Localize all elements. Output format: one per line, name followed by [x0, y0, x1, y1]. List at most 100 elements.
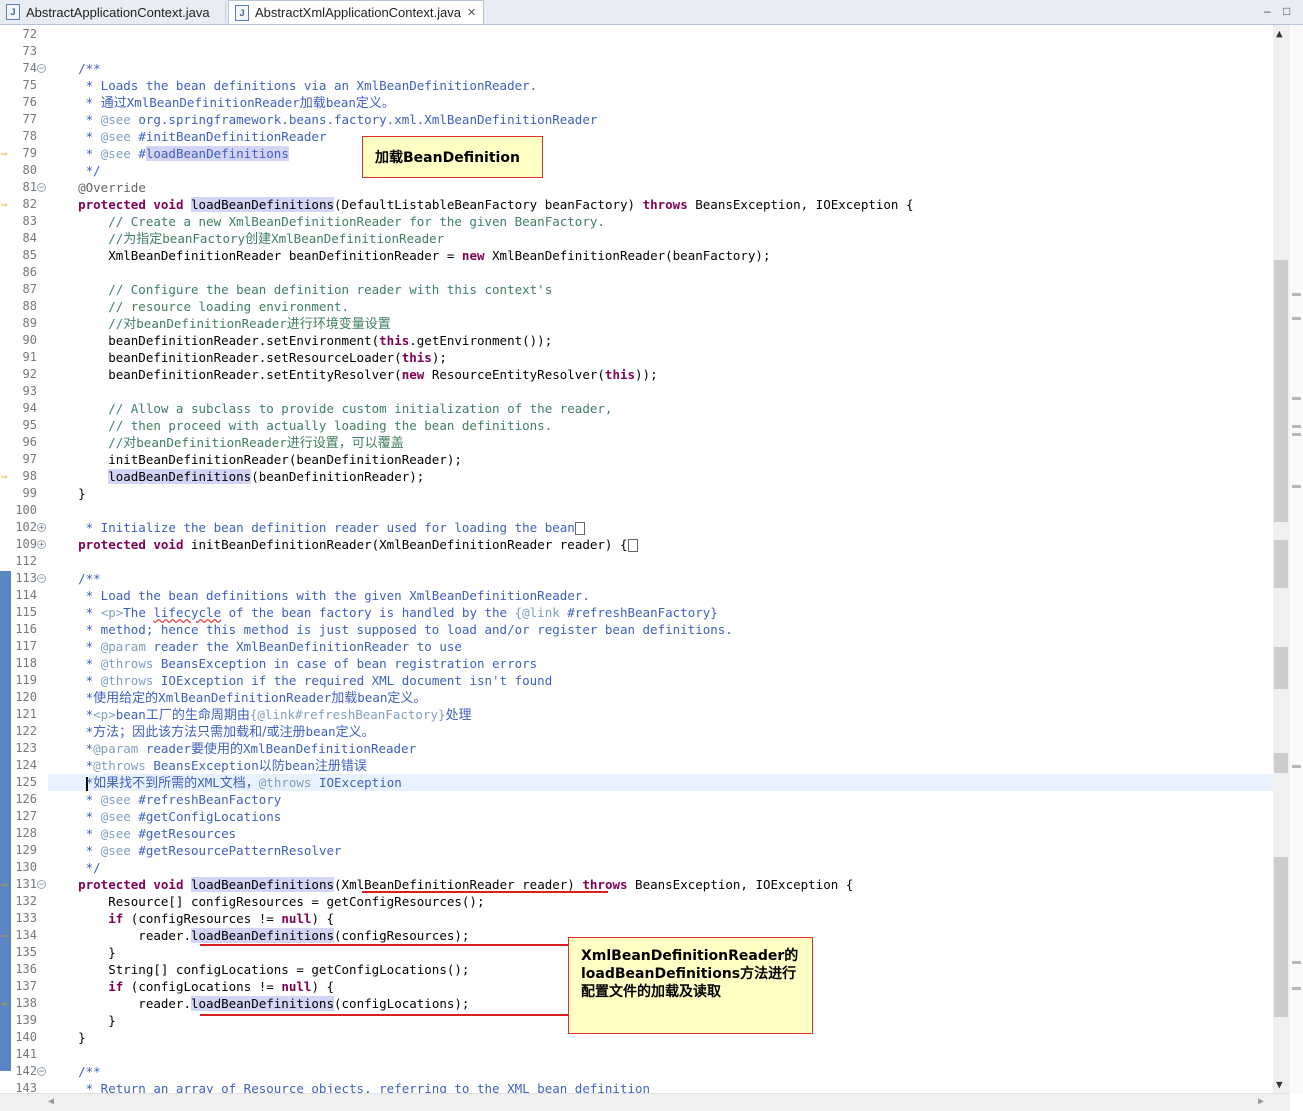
code-line[interactable]: // Configure the bean definition reader … [48, 281, 1273, 298]
collapse-fold-icon[interactable]: − [37, 64, 46, 74]
code-line[interactable]: beanDefinitionReader.setResourceLoader(t… [48, 349, 1273, 366]
code-line[interactable]: * Return an array of Resource objects, r… [48, 1080, 1273, 1093]
override-marker-icon[interactable]: ⇨ [1, 468, 8, 485]
code-line[interactable]: // resource loading environment. [48, 298, 1273, 315]
code-line[interactable] [48, 26, 1273, 43]
occurrence-marker[interactable] [1292, 293, 1301, 296]
code-line[interactable] [48, 43, 1273, 60]
code-line[interactable]: * Load the bean definitions with the giv… [48, 587, 1273, 604]
code-line[interactable] [48, 502, 1273, 519]
code-line[interactable]: /** [48, 60, 1273, 77]
code-line[interactable]: * @see #getResources [48, 825, 1273, 842]
scroll-right-icon[interactable]: ▶ [1258, 1096, 1264, 1107]
code-line[interactable]: } [48, 485, 1273, 502]
line-number: 120 [15, 690, 37, 704]
code-token: protected [78, 537, 146, 552]
code-line[interactable]: if (configResources != null) { [48, 910, 1273, 927]
override-marker-icon[interactable]: ⇨ [1, 145, 8, 162]
code-line[interactable]: Resource[] configResources = getConfigRe… [48, 893, 1273, 910]
tab-abstract-xml-application-context[interactable]: J AbstractXmlApplicationContext.java ✕ [228, 0, 484, 24]
code-line[interactable]: // then proceed with actually loading th… [48, 417, 1273, 434]
annotation-text: 加载BeanDefinition [375, 150, 520, 166]
collapse-fold-icon[interactable]: − [37, 1067, 46, 1077]
scroll-left-icon[interactable]: ◀ [48, 1096, 54, 1107]
collapse-fold-icon[interactable]: − [37, 574, 46, 584]
code-line[interactable]: * @see #initBeanDefinitionReader [48, 128, 1273, 145]
code-line[interactable]: @Override [48, 179, 1273, 196]
code-line[interactable]: protected void initBeanDefinitionReader(… [48, 536, 1273, 553]
code-line[interactable] [48, 383, 1273, 400]
code-line[interactable]: //对beanDefinitionReader进行设置，可以覆盖 [48, 434, 1273, 451]
code-line[interactable]: */ [48, 859, 1273, 876]
code-line[interactable] [48, 264, 1273, 281]
horizontal-scrollbar[interactable]: ◀ ▶ [0, 1093, 1290, 1111]
code-line[interactable]: initBeanDefinitionReader(beanDefinitionR… [48, 451, 1273, 468]
code-line[interactable] [48, 553, 1273, 570]
vertical-scrollbar[interactable]: ▲ ▼ [1273, 25, 1290, 1093]
code-token: Resource[] configResources = getConfigRe… [48, 894, 485, 909]
code-line[interactable]: *方法；因此该方法只需加载和/或注册bean定义。 [48, 723, 1273, 740]
code-line[interactable]: */ [48, 162, 1273, 179]
override-marker-icon[interactable]: ⇨ [1, 927, 8, 944]
minimize-editor-button[interactable]: – [1264, 4, 1271, 18]
override-marker-icon[interactable]: ⇨ [1, 995, 8, 1012]
code-line[interactable]: * @see #refreshBeanFactory [48, 791, 1273, 808]
code-line[interactable]: /** [48, 570, 1273, 587]
expand-fold-icon[interactable]: + [37, 540, 46, 550]
occurrence-marker[interactable] [1292, 987, 1301, 990]
code-editor[interactable]: 72 73 74−75 76 77 78 79 ⇨ 80 81−82 ⇨ 83 84 85 86 87 88 89… [0, 25, 1273, 1093]
maximize-editor-button[interactable]: □ [1283, 4, 1290, 18]
tab-abstract-application-context[interactable]: J AbstractApplicationContext.java [0, 1, 226, 23]
code-line[interactable]: * @see #getResourcePatternResolver [48, 842, 1273, 859]
collapse-fold-icon[interactable]: − [37, 880, 46, 890]
code-line[interactable]: *@throws BeansException以防bean注册错误 [48, 757, 1273, 774]
code-line[interactable]: //对beanDefinitionReader进行环境变量设置 [48, 315, 1273, 332]
code-line[interactable]: * @param reader the XmlBeanDefinitionRea… [48, 638, 1273, 655]
code-line[interactable]: *如果找不到所需的XML文档，@throws IOException [48, 774, 1273, 791]
code-line[interactable]: // Allow a subclass to provide custom in… [48, 400, 1273, 417]
code-line[interactable]: * Loads the bean definitions via an XmlB… [48, 77, 1273, 94]
code-line[interactable]: beanDefinitionReader.setEnvironment(this… [48, 332, 1273, 349]
code-line[interactable]: protected void loadBeanDefinitions(Defau… [48, 196, 1273, 213]
line-number: 83 [22, 214, 37, 228]
scroll-thumb[interactable] [1274, 260, 1288, 522]
occurrence-marker[interactable] [1292, 317, 1301, 320]
code-line[interactable]: * method; hence this method is just supp… [48, 621, 1273, 638]
code-line[interactable]: loadBeanDefinitions(beanDefinitionReader… [48, 468, 1273, 485]
code-line[interactable]: * <p>The lifecycle of the bean factory i… [48, 604, 1273, 621]
code-line[interactable]: // Create a new XmlBeanDefinitionReader … [48, 213, 1273, 230]
occurrence-marker[interactable] [1292, 765, 1301, 768]
code-line[interactable]: * 通过XmlBeanDefinitionReader加载bean定义。 [48, 94, 1273, 111]
overview-ruler[interactable] [1290, 25, 1303, 1093]
code-line[interactable]: /** [48, 1063, 1273, 1080]
code-line[interactable]: * Initialize the bean definition reader … [48, 519, 1273, 536]
expand-fold-icon[interactable]: + [37, 523, 46, 533]
collapse-fold-icon[interactable]: − [37, 183, 46, 193]
line-number: 97 [22, 452, 37, 466]
code-line[interactable]: protected void loadBeanDefinitions(XmlBe… [48, 876, 1273, 893]
code-line[interactable]: XmlBeanDefinitionReader beanDefinitionRe… [48, 247, 1273, 264]
occurrence-marker[interactable] [1292, 425, 1301, 428]
close-tab-icon[interactable]: ✕ [467, 6, 476, 19]
code-line[interactable]: * @see #getConfigLocations [48, 808, 1273, 825]
code-line[interactable]: *@param reader要使用的XmlBeanDefinitionReade… [48, 740, 1273, 757]
occurrence-marker[interactable] [1292, 485, 1301, 488]
code-token: new [461, 248, 485, 263]
code-line[interactable]: beanDefinitionReader.setEntityResolver(n… [48, 366, 1273, 383]
code-line[interactable]: //为指定beanFactory创建XmlBeanDefinitionReade… [48, 230, 1273, 247]
override-marker-icon[interactable]: ⇨ [1, 196, 8, 213]
code-line[interactable]: * @throws IOException if the required XM… [48, 672, 1273, 689]
code-line[interactable]: * @throws BeansException in case of bean… [48, 655, 1273, 672]
override-marker-icon[interactable]: ⇨ [1, 876, 8, 893]
occurrence-marker[interactable] [1292, 961, 1301, 964]
scroll-up-icon[interactable]: ▲ [1276, 27, 1283, 40]
occurrence-marker[interactable] [1292, 433, 1301, 436]
scroll-down-icon[interactable]: ▼ [1276, 1078, 1283, 1091]
code-line[interactable] [48, 1046, 1273, 1063]
line-number: 124 [15, 758, 37, 772]
code-line[interactable]: * @see org.springframework.beans.factory… [48, 111, 1273, 128]
code-line[interactable]: *<p>bean工厂的生命周期由{@link#refreshBeanFactor… [48, 706, 1273, 723]
code-line[interactable]: * @see #loadBeanDefinitions [48, 145, 1273, 162]
code-line[interactable]: *使用给定的XmlBeanDefinitionReader加载bean定义。 [48, 689, 1273, 706]
occurrence-marker[interactable] [1292, 397, 1301, 400]
